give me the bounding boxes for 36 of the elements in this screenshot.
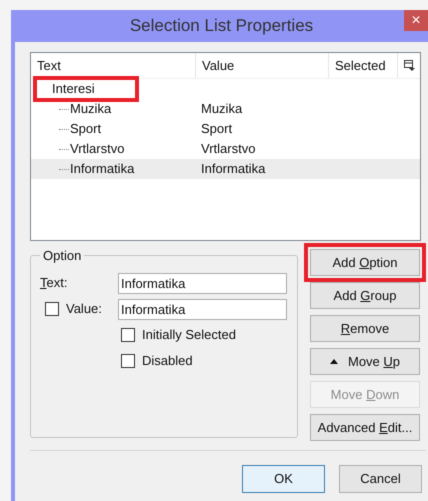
column-header[interactable]: Value [196,53,329,78]
dialog-button[interactable]: OK [242,465,325,493]
checkbox-label: Initially Selected [142,326,236,344]
checkbox-label: Disabled [142,352,193,370]
column-header[interactable]: Selected [329,53,398,78]
option-value: Informatika [200,160,266,178]
option-row[interactable]: Sport Sport [31,119,420,139]
option-text: Sport [70,120,102,138]
value-field[interactable]: Informatika [118,298,287,320]
option-text: Informatika [70,160,134,178]
text-field[interactable]: Informatika [118,272,287,294]
side-button[interactable]: Add Option [310,249,420,276]
side-button[interactable]: Add Group [310,282,420,309]
column-header[interactable]: Text [31,53,196,78]
dialog-button[interactable]: Cancel [339,465,422,493]
group-row[interactable]: Interesi [33,76,139,102]
option-value: Muzika [200,100,242,118]
option-value: Sport [200,120,232,138]
side-button[interactable]: Move Up [310,348,420,375]
window-title: Selection List Properties [130,15,314,38]
field-label: Text: [40,274,68,292]
field-label: Value: [66,300,102,318]
side-button[interactable]: Remove [310,315,420,342]
column-chooser-icon[interactable] [404,60,415,71]
side-button[interactable]: Advanced Edit... [310,414,420,441]
option-text: Muzika [70,100,112,118]
close-button[interactable]: × [404,10,428,31]
value-checkbox[interactable] [45,302,59,316]
checkbox[interactable] [121,354,135,368]
option-value: Vrtlarstvo [200,140,256,158]
option-row[interactable]: Muzika Muzika [31,99,420,119]
checkbox[interactable] [121,328,135,342]
option-text: Vrtlarstvo [70,140,124,158]
up-triangle-icon [330,359,338,364]
option-row[interactable]: Vrtlarstvo Vrtlarstvo [31,139,420,159]
option-row[interactable]: Informatika Informatika [31,159,420,179]
